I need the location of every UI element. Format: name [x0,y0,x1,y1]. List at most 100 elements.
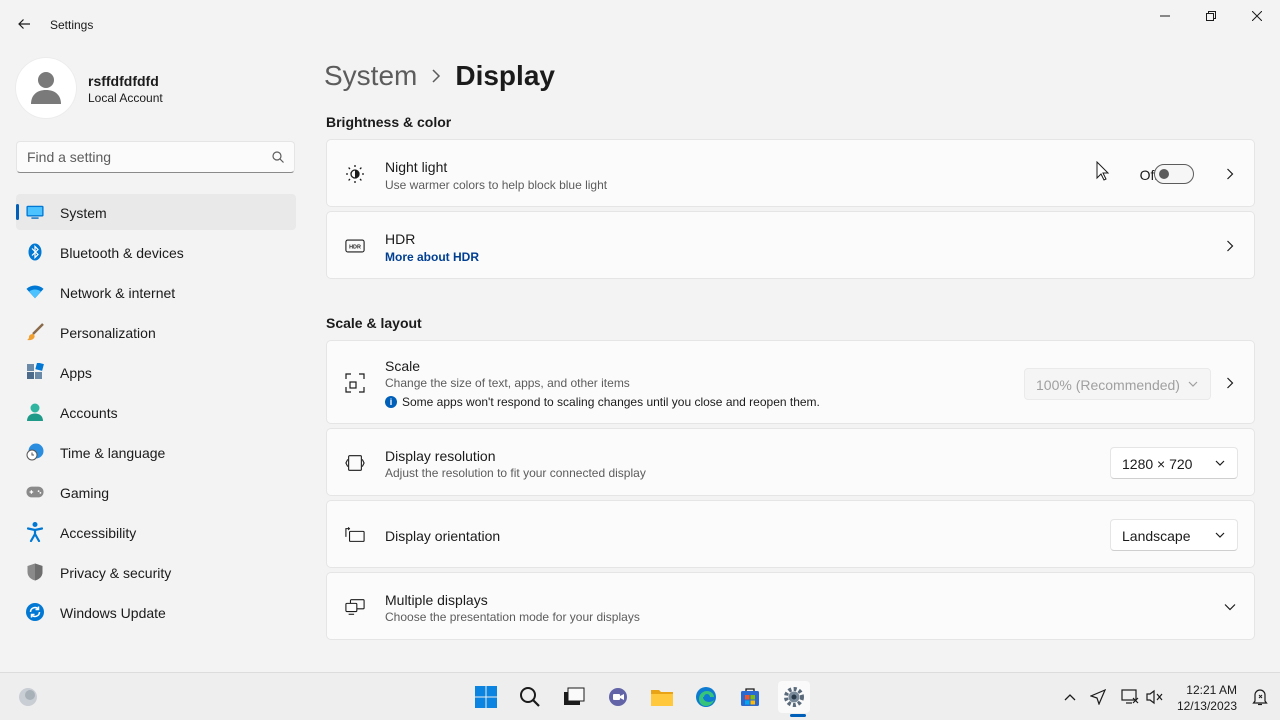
sidebar-item-network[interactable]: Network & internet [16,274,296,310]
sidebar-item-label: Bluetooth & devices [60,245,184,261]
widgets-button[interactable] [12,681,44,713]
show-hidden-icons-button[interactable] [1060,687,1080,707]
user-profile[interactable]: rsffdfdfdfd Local Account [16,58,296,118]
sidebar-item-bluetooth[interactable]: Bluetooth & devices [16,234,296,270]
sidebar-item-label: Accessibility [60,525,137,541]
night-light-card[interactable]: Night light Use warmer colors to help bl… [326,139,1255,207]
sidebar-item-time-language[interactable]: Time & language [16,434,296,470]
user-name: rsffdfdfdfd [88,73,159,89]
scale-title: Scale [385,358,421,374]
more-about-hdr-link[interactable]: More about HDR [385,250,479,264]
sidebar-item-label: Accounts [60,405,118,421]
close-icon [1252,11,1262,21]
monitor-icon [26,203,44,221]
minimize-icon [1160,15,1170,17]
scale-dropdown[interactable]: 100% (Recommended) [1024,368,1211,400]
orientation-dropdown[interactable]: Landscape [1110,519,1238,551]
back-arrow-icon [18,19,30,29]
volume-muted-icon [1146,689,1163,705]
section-scale-layout-title: Scale & layout [326,315,422,331]
sidebar-item-gaming[interactable]: Gaming [16,474,296,510]
accessibility-icon [26,522,44,542]
sidebar-item-windows-update[interactable]: Windows Update [16,594,296,630]
apps-icon [26,363,44,381]
update-icon [26,603,44,621]
settings-taskbar-button[interactable] [778,681,810,717]
file-explorer-button[interactable] [646,681,678,713]
sidebar-nav: System Bluetooth & devices Network & int… [16,194,296,634]
clock-date: 12/13/2023 [1176,699,1237,713]
taskbar-search-button[interactable] [514,681,546,713]
breadcrumb-parent[interactable]: System [324,60,417,92]
search-box[interactable] [16,141,295,173]
close-button[interactable] [1234,0,1280,32]
chevron-right-icon[interactable] [1222,166,1238,182]
taskbar-clock[interactable]: 12:21 AM 12/13/2023 [1177,682,1237,714]
active-indicator [790,714,806,717]
location-button[interactable] [1088,687,1108,707]
chevron-down-icon [1215,458,1225,468]
chevron-right-icon[interactable] [1222,375,1238,391]
scale-info-text: Some apps won't respond to scaling chang… [402,395,820,409]
shield-icon [26,563,44,581]
sidebar-item-label: System [60,205,107,221]
clock-time: 12:21 AM [1186,683,1237,697]
notifications-button[interactable] [1250,687,1270,707]
display-orientation-title: Display orientation [385,528,501,544]
globe-clock-icon [26,443,44,461]
restore-icon [1206,11,1216,21]
chevron-right-icon [431,69,441,83]
person-avatar-icon [31,72,61,104]
display-orientation-card: Display orientation Landscape [326,500,1255,568]
maximize-button[interactable] [1188,0,1234,32]
store-button[interactable] [734,681,766,713]
hdr-icon-text: HDR [349,244,361,250]
account-type: Local Account [88,91,163,105]
page-title: Display [455,60,555,91]
volume-button[interactable] [1145,687,1165,707]
edge-button[interactable] [690,681,722,713]
resolution-dropdown-value: 1280 × 720 [1122,456,1193,472]
sidebar-item-privacy[interactable]: Privacy & security [16,554,296,590]
file-explorer-icon [651,690,673,706]
settings-icon [784,687,804,707]
sidebar-item-label: Personalization [60,325,156,341]
app-title: Settings [50,18,94,32]
multiple-displays-title: Multiple displays [385,592,488,608]
night-light-toggle[interactable] [1154,164,1194,184]
scale-icon [345,373,365,393]
task-view-button[interactable] [558,681,590,713]
multiple-displays-icon [345,597,365,617]
chevron-down-icon[interactable] [1222,599,1238,615]
chat-button[interactable] [602,681,634,713]
back-button[interactable] [10,10,38,38]
bluetooth-icon [26,243,44,261]
resolution-dropdown[interactable]: 1280 × 720 [1110,447,1238,479]
sidebar-item-accounts[interactable]: Accounts [16,394,296,430]
multiple-displays-card[interactable]: Multiple displays Choose the presentatio… [326,572,1255,640]
gamepad-icon [26,483,44,501]
sidebar-item-accessibility[interactable]: Accessibility [16,514,296,550]
section-brightness-title: Brightness & color [326,114,452,130]
display-resolution-subtitle: Adjust the resolution to fit your connec… [385,466,646,480]
sidebar-item-personalization[interactable]: Personalization [16,314,296,350]
hdr-card[interactable]: HDR HDR More about HDR [326,211,1255,279]
scale-card[interactable]: Scale Change the size of text, apps, and… [326,340,1255,424]
location-arrow-icon [1090,689,1106,705]
network-button[interactable] [1120,687,1140,707]
night-light-title: Night light [385,159,448,175]
search-icon [520,687,540,707]
chevron-right-icon[interactable] [1222,238,1238,254]
minimize-button[interactable] [1142,0,1188,32]
sidebar-item-label: Privacy & security [60,565,172,581]
breadcrumb: System Display [324,58,555,94]
sidebar-item-system[interactable]: System [16,194,296,230]
network-monitor-icon [1121,689,1139,704]
weather-icon [19,688,37,706]
scale-info-line: i Some apps won't respond to scaling cha… [385,395,820,409]
sidebar-item-apps[interactable]: Apps [16,354,296,390]
start-button[interactable] [470,681,502,713]
search-input[interactable] [27,142,267,172]
taskbar: 12:21 AM 12/13/2023 [0,672,1280,720]
search-icon[interactable] [272,151,284,163]
